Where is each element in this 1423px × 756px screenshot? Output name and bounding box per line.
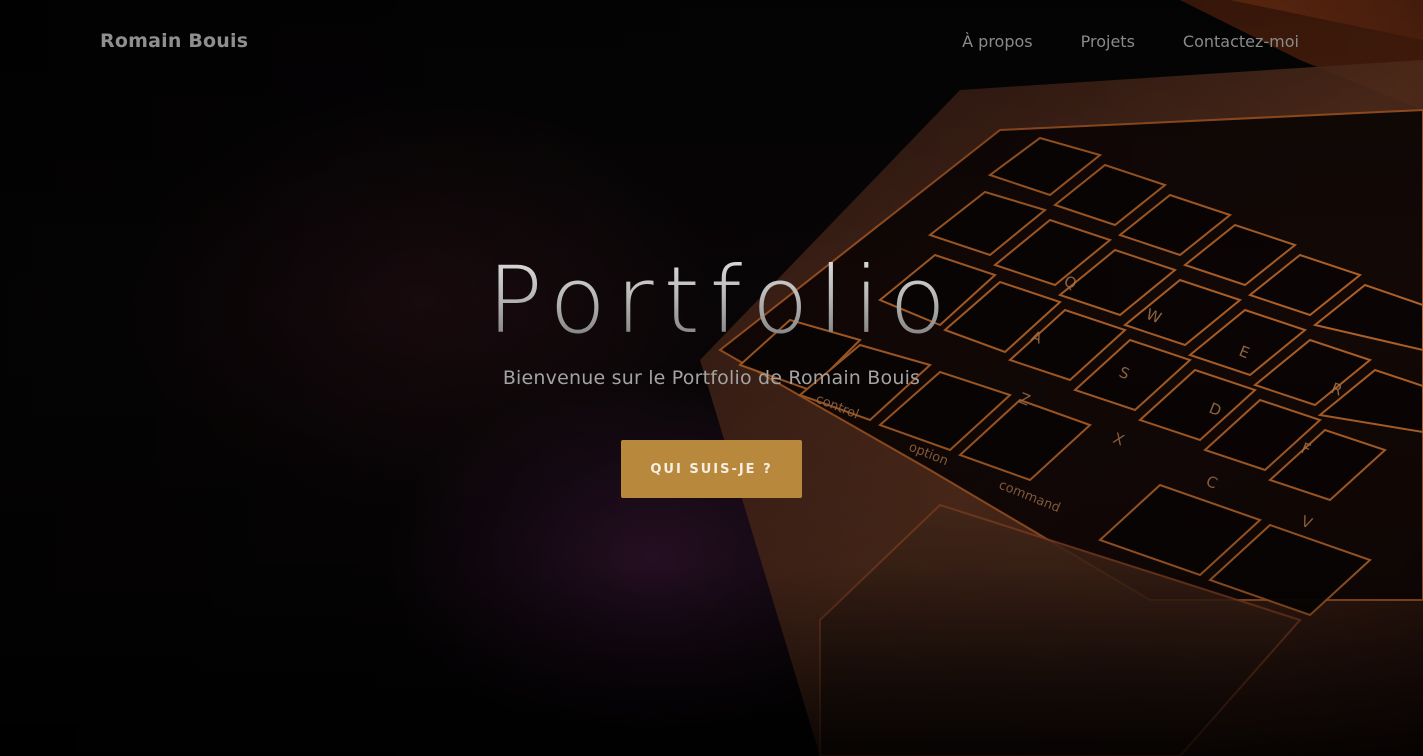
nav-link-a-propos[interactable]: À propos xyxy=(962,32,1032,51)
nav-item-projets: Projets xyxy=(1081,32,1135,51)
hero-section: control option command Q W E R A S D F Z… xyxy=(0,0,1423,756)
brand-link[interactable]: Romain Bouis xyxy=(100,30,248,52)
nav-link-contactez-moi[interactable]: Contactez-moi xyxy=(1183,32,1299,51)
nav-links: À propos Projets Contactez-moi xyxy=(962,32,1299,51)
nav-item-a-propos: À propos xyxy=(962,32,1032,51)
hero-subtitle: Bienvenue sur le Portfolio de Romain Bou… xyxy=(502,367,921,389)
nav-item-contact: Contactez-moi xyxy=(1183,32,1299,51)
nav-link-projets[interactable]: Projets xyxy=(1081,32,1135,51)
navbar: Romain Bouis À propos Projets Contactez-… xyxy=(0,0,1423,86)
qui-suis-je-button[interactable]: QUI SUIS-JE ? xyxy=(621,440,802,498)
hero-title: Portfolio xyxy=(0,246,1423,356)
